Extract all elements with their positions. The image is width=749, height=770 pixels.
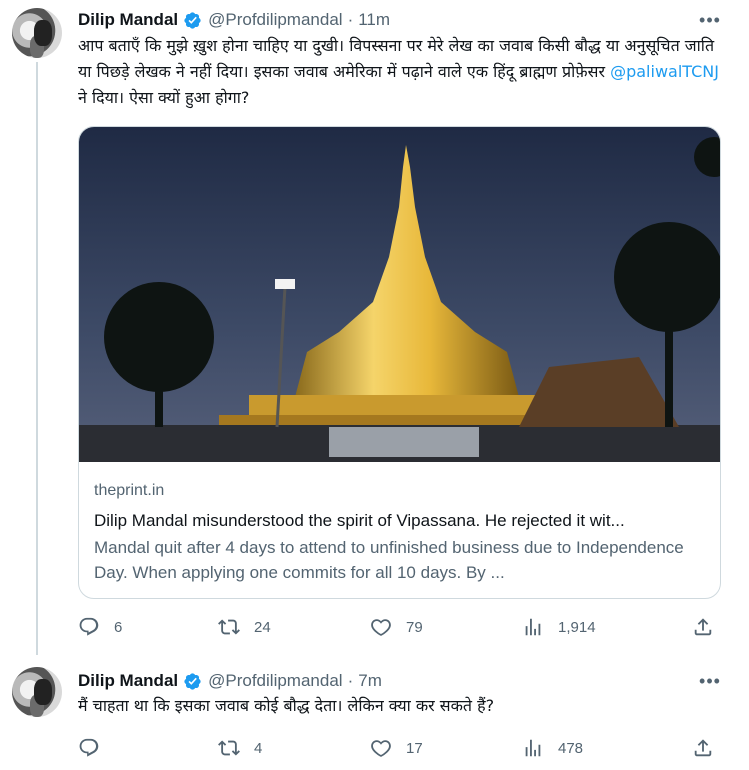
retweet-icon bbox=[218, 740, 240, 756]
like-count: 79 bbox=[406, 618, 423, 636]
card-description: Mandal quit after 4 days to attend to un… bbox=[94, 538, 684, 582]
share-icon bbox=[694, 739, 712, 757]
thread-line bbox=[36, 62, 38, 655]
timestamp[interactable]: 11m bbox=[358, 10, 390, 30]
card-domain: theprint.in bbox=[94, 482, 165, 499]
separator: · bbox=[347, 671, 354, 690]
tweet-text: आप बताएँ कि मुझे ख़ुश होना चाहिए या दुखी… bbox=[78, 33, 728, 111]
share-icon bbox=[694, 618, 712, 636]
like-button[interactable]: 79 bbox=[370, 612, 423, 642]
retweet-count: 24 bbox=[254, 618, 271, 636]
verified-badge-icon bbox=[184, 11, 201, 29]
reply-count: 6 bbox=[114, 618, 123, 636]
link-card[interactable]: theprint.in Dilip Mandal misunderstood t… bbox=[78, 126, 721, 599]
verified-badge-icon bbox=[184, 672, 201, 690]
card-image[interactable] bbox=[79, 127, 720, 462]
avatar[interactable] bbox=[12, 8, 62, 58]
heart-icon bbox=[371, 740, 391, 757]
handle[interactable]: @Profdilipmandal bbox=[208, 671, 342, 691]
retweet-icon bbox=[218, 619, 240, 635]
retweet-button[interactable]: 24 bbox=[218, 612, 271, 642]
views-button[interactable]: 478 bbox=[522, 733, 583, 763]
separator: · bbox=[347, 10, 354, 29]
more-horizontal-icon[interactable]: ••• bbox=[699, 670, 721, 692]
tweet[interactable]: Dilip Mandal @Profdilipmandal · 7m ••• म… bbox=[0, 655, 749, 770]
heart-icon bbox=[371, 619, 391, 636]
more-horizontal-icon[interactable]: ••• bbox=[699, 9, 721, 31]
tweet-header: Dilip Mandal @Profdilipmandal · 7m bbox=[78, 670, 382, 692]
views-count: 478 bbox=[558, 739, 584, 757]
handle[interactable]: @Profdilipmandal bbox=[208, 10, 342, 30]
tweet-text: मैं चाहता था कि इसका जवाब कोई बौद्ध देता… bbox=[78, 696, 495, 715]
like-count: 17 bbox=[406, 739, 423, 757]
views-count: 1,914 bbox=[558, 618, 596, 636]
like-button[interactable]: 17 bbox=[370, 733, 423, 763]
tweet-header: Dilip Mandal @Profdilipmandal · 11m bbox=[78, 9, 390, 31]
reply-button[interactable]: 6 bbox=[78, 612, 122, 642]
views-icon bbox=[525, 739, 541, 757]
tweet-actions: 6 24 79 1,914 bbox=[78, 612, 718, 642]
tweet-text-part: ने दिया। ऐसा क्यों हुआ होगा? bbox=[78, 88, 250, 107]
card-title[interactable]: Dilip Mandal misunderstood the spirit of… bbox=[94, 511, 706, 531]
tweet-actions: 4 17 478 bbox=[78, 733, 718, 763]
reply-icon bbox=[79, 617, 99, 636]
display-name[interactable]: Dilip Mandal bbox=[78, 10, 178, 30]
retweet-button[interactable]: 4 bbox=[218, 733, 262, 763]
reply-button[interactable] bbox=[78, 733, 114, 763]
reply-icon bbox=[79, 738, 99, 757]
views-button[interactable]: 1,914 bbox=[522, 612, 596, 642]
tweet[interactable]: Dilip Mandal @Profdilipmandal · 11m ••• … bbox=[0, 0, 749, 655]
mention-link[interactable]: @paliwalTCNJ bbox=[610, 62, 719, 81]
avatar[interactable] bbox=[12, 667, 62, 717]
views-icon bbox=[525, 618, 541, 636]
share-button[interactable] bbox=[692, 733, 714, 763]
retweet-count: 4 bbox=[254, 739, 263, 757]
display-name[interactable]: Dilip Mandal bbox=[78, 671, 178, 691]
share-button[interactable] bbox=[692, 612, 714, 642]
timestamp[interactable]: 7m bbox=[358, 671, 382, 691]
